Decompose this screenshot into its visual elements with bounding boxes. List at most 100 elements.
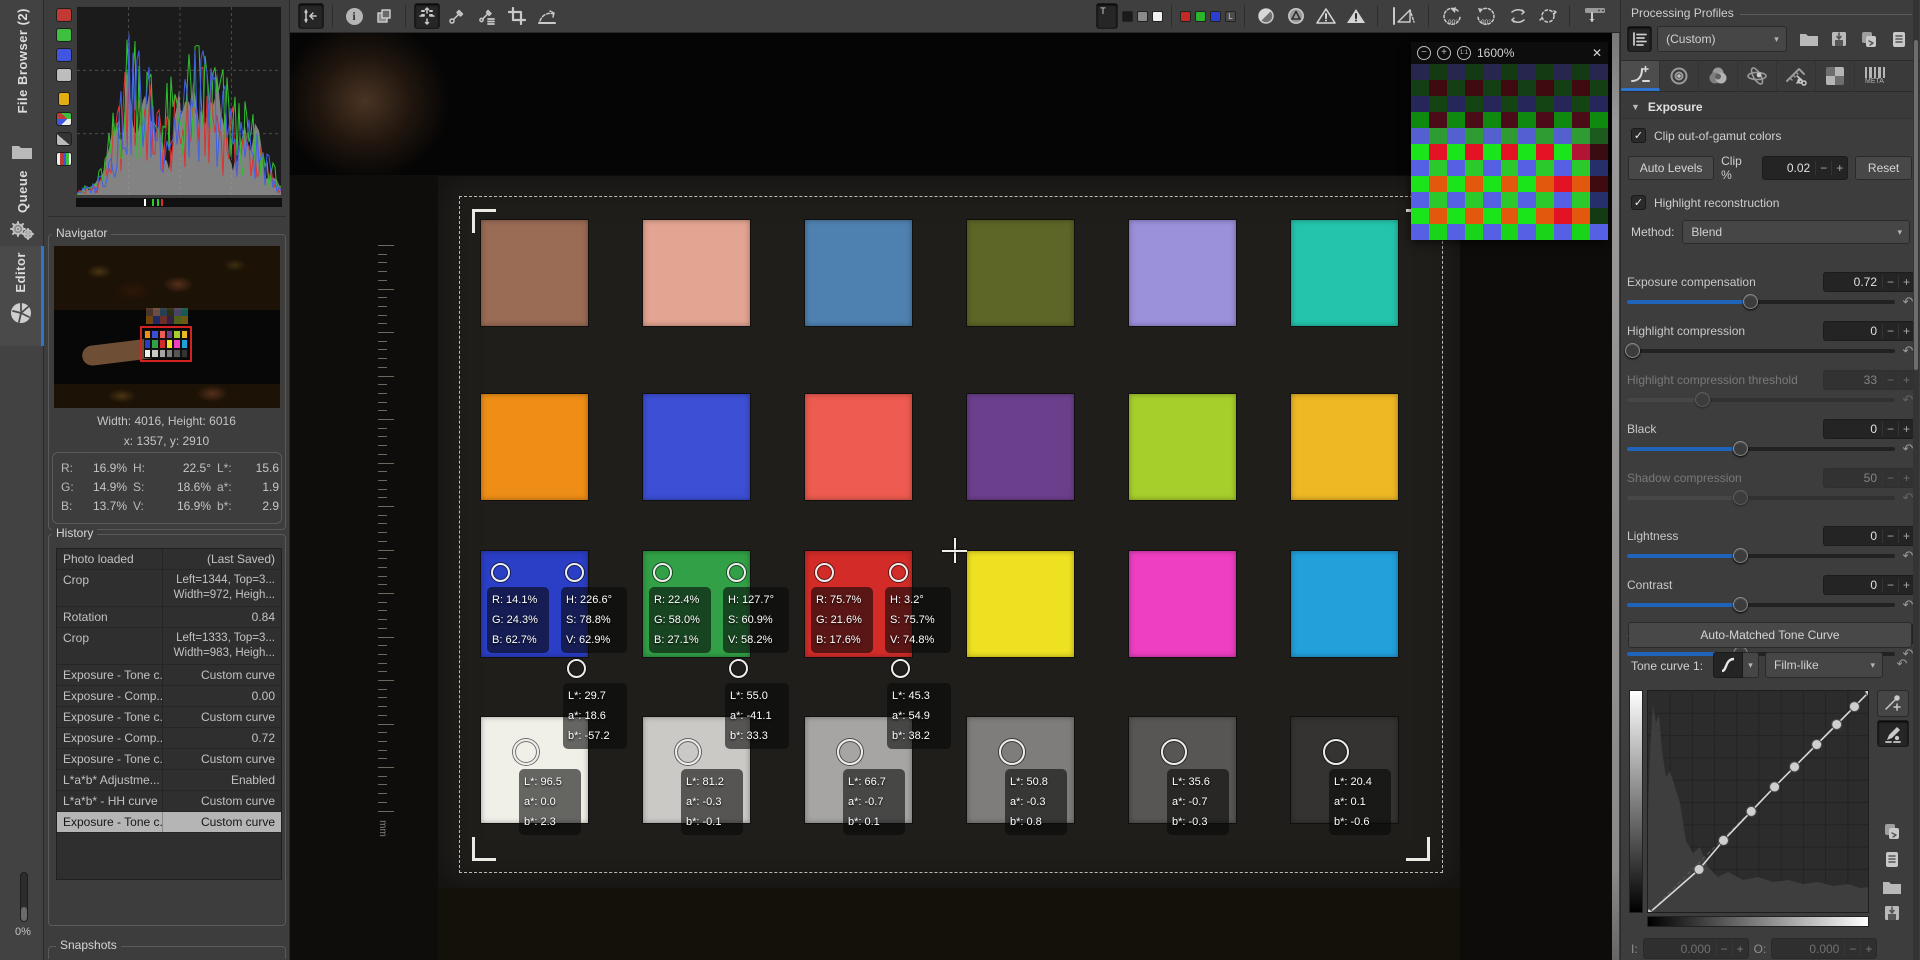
slider-track[interactable] (1627, 496, 1895, 500)
spin-minus[interactable]: − (1882, 578, 1898, 592)
navigator-thumbnail[interactable] (54, 246, 280, 408)
spin-plus[interactable]: + (1898, 529, 1914, 543)
channel-red-swatch[interactable] (1180, 11, 1191, 22)
hide-left-panel-button[interactable] (298, 3, 324, 29)
tab-color[interactable] (1699, 61, 1738, 91)
history-row[interactable]: Exposure - Comp...0.72 (57, 728, 281, 749)
slider-track[interactable] (1627, 447, 1895, 451)
right-panel-scrollbar[interactable] (1913, 0, 1919, 960)
navigator-view-rect[interactable] (140, 326, 192, 362)
histogram-luma-toggle[interactable] (56, 68, 72, 82)
channel-green-swatch[interactable] (1195, 11, 1206, 22)
close-icon[interactable]: ✕ (1592, 46, 1602, 60)
history-row[interactable]: CropLeft=1344, Top=3... Width=972, Heigh… (57, 570, 281, 607)
before-after-button[interactable] (371, 3, 397, 29)
slider-track[interactable] (1627, 349, 1895, 353)
canvas-zoom-slider[interactable] (20, 872, 28, 922)
picker-circle[interactable] (567, 659, 586, 678)
picker-circle[interactable] (999, 739, 1025, 765)
curve-reset-button[interactable]: ↶ (1895, 656, 1909, 672)
slider-spinner[interactable]: 0−+ (1823, 419, 1915, 439)
histogram-curve-mode-toggle[interactable] (56, 132, 72, 146)
history-row[interactable]: Exposure - Tone c...Custom curve (57, 812, 281, 833)
history-row[interactable]: L*a*b* - HH curveCustom curve (57, 791, 281, 812)
spin-minus[interactable]: − (1882, 275, 1898, 289)
slider-track[interactable] (1627, 300, 1895, 304)
histogram-blue-toggle[interactable] (56, 48, 72, 62)
history-row[interactable]: Exposure - Comp...0.00 (57, 686, 281, 707)
hand-tool-button[interactable] (414, 3, 440, 29)
save-profile-button[interactable] (1827, 26, 1852, 52)
channel-luma-swatch[interactable]: L (1225, 11, 1236, 22)
gamut-check-button[interactable] (1283, 3, 1309, 29)
slider-knob[interactable] (1695, 392, 1710, 407)
spin-minus[interactable]: − (1882, 471, 1898, 485)
slider-knob[interactable] (1743, 294, 1758, 309)
slider-knob[interactable] (1625, 343, 1640, 358)
profile-select[interactable]: (Custom) ▾ (1657, 26, 1787, 52)
slider-track[interactable] (1627, 603, 1895, 607)
picker-circle[interactable] (1161, 739, 1187, 765)
spin-minus[interactable]: − (1882, 324, 1898, 338)
zoom-one-to-one-icon[interactable]: 1:1 (1457, 46, 1471, 60)
histogram-rgb-toggle[interactable] (56, 112, 72, 126)
zoom-in-icon[interactable]: + (1437, 46, 1451, 60)
curve-mode-select[interactable]: Film-like ▾ (1765, 652, 1883, 678)
tone-curve-editor[interactable] (1647, 690, 1869, 913)
preview-focus-mask-button[interactable] (1386, 3, 1420, 29)
background-color-toggle[interactable]: T (1096, 3, 1118, 29)
slider-spinner[interactable]: 50−+ (1823, 468, 1915, 488)
picker-circle[interactable] (675, 739, 701, 765)
selection-rect[interactable] (459, 196, 1443, 873)
picker-circle[interactable] (815, 563, 834, 582)
picker-circle[interactable] (837, 739, 863, 765)
picker-circle[interactable] (513, 739, 539, 765)
slider-spinner[interactable]: 0−+ (1823, 321, 1915, 341)
spin-minus[interactable]: − (1882, 373, 1898, 387)
white-balance-picker-button[interactable] (474, 3, 500, 29)
profile-list-button[interactable] (1627, 26, 1652, 52)
curve-paste-button[interactable] (1879, 846, 1905, 872)
channel-blue-swatch[interactable] (1210, 11, 1221, 22)
history-row[interactable]: Rotation0.84 (57, 607, 281, 628)
image-info-button[interactable]: i (341, 3, 367, 29)
spin-plus[interactable]: + (1898, 578, 1914, 592)
bg-white-swatch[interactable] (1152, 11, 1163, 22)
slider-spinner[interactable]: 0−+ (1823, 575, 1915, 595)
history-row[interactable]: Exposure - Tone c...Custom curve (57, 749, 281, 770)
shadow-clipping-button[interactable] (1313, 3, 1339, 29)
slider-spinner[interactable]: 0.72−+ (1823, 272, 1915, 292)
paste-profile-button[interactable] (1887, 26, 1912, 52)
bg-gray-swatch[interactable] (1137, 11, 1148, 22)
clip-percent-spinner[interactable]: 0.02 −+ (1762, 156, 1848, 180)
soft-proofing-button[interactable] (1253, 3, 1279, 29)
spin-plus[interactable]: + (1898, 373, 1914, 387)
picker-circle[interactable] (727, 563, 746, 582)
histogram-red-toggle[interactable] (56, 8, 72, 22)
rotate-right-90-button[interactable]: 90° (1471, 3, 1501, 29)
tab-editor[interactable]: Editor (0, 246, 44, 346)
slider-knob[interactable] (1733, 490, 1748, 505)
histogram-chroma-toggle[interactable] (58, 92, 70, 106)
spin-plus[interactable]: + (1898, 422, 1914, 436)
slider-track[interactable] (1627, 554, 1895, 558)
straighten-tool-button[interactable] (534, 3, 560, 29)
history-row[interactable]: CropLeft=1333, Top=3... Width=983, Heigh… (57, 628, 281, 665)
load-profile-button[interactable] (1797, 26, 1822, 52)
picker-circle[interactable] (889, 563, 908, 582)
flip-vertical-button[interactable] (1535, 3, 1561, 29)
curve-type-button[interactable]: ▾ (1713, 652, 1759, 678)
rotate-left-90-button[interactable]: 90° (1437, 3, 1467, 29)
zoom-out-icon[interactable]: − (1417, 46, 1431, 60)
histogram-green-toggle[interactable] (56, 28, 72, 42)
picker-circle[interactable] (891, 659, 910, 678)
slider-knob[interactable] (1733, 548, 1748, 563)
slider-spinner[interactable]: 33−+ (1823, 370, 1915, 390)
tab-raw[interactable] (1816, 61, 1855, 91)
spin-minus[interactable]: − (1882, 422, 1898, 436)
method-select[interactable]: Blend ▾ (1682, 220, 1910, 244)
highlight-reconstruction-checkbox[interactable]: ✓ (1631, 195, 1646, 210)
histogram-bar-mode-toggle[interactable] (56, 152, 72, 166)
pencil-tool-button[interactable] (1877, 720, 1909, 747)
highlight-clipping-button[interactable] (1343, 3, 1369, 29)
